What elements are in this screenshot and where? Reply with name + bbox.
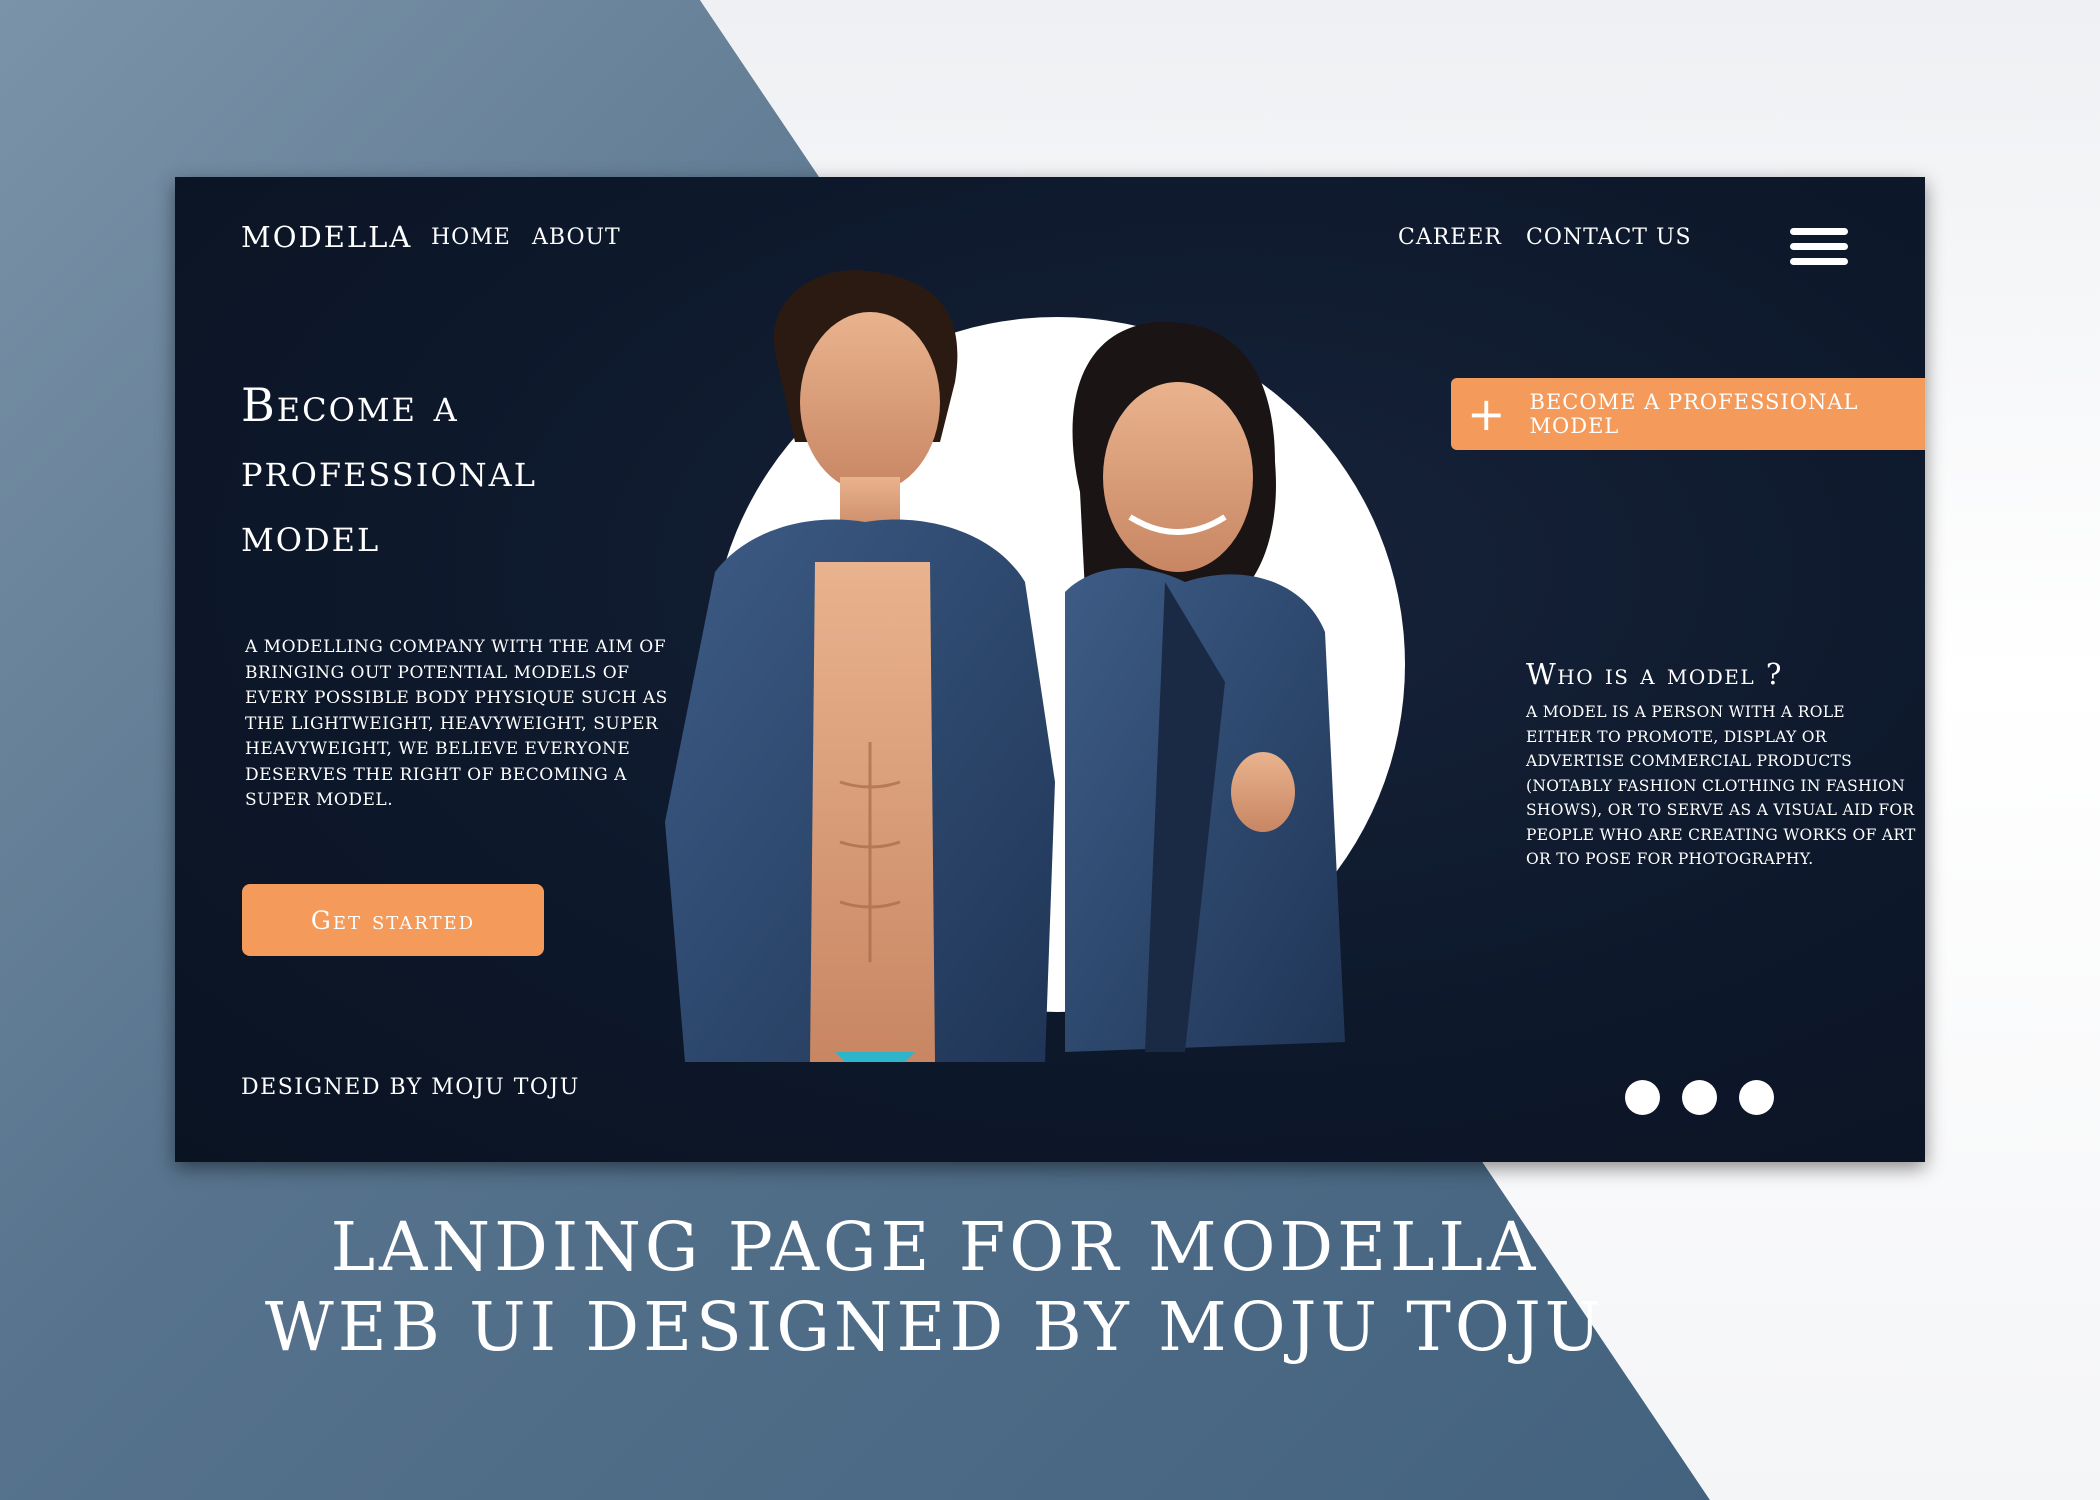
models-photo	[665, 270, 1345, 1062]
female-model	[1065, 322, 1345, 1052]
cta-label: BECOME A PROFESSIONAL MODEL	[1529, 390, 1859, 438]
who-is-model-text: A model is a person with a role either t…	[1526, 703, 1916, 868]
plus-icon: +	[1467, 387, 1506, 441]
carousel-dots	[1625, 1080, 1774, 1115]
caption-line-1: LANDING PAGE FOR MODELLA	[330, 1208, 1540, 1286]
male-model	[665, 270, 1055, 1062]
become-model-cta[interactable]: + BECOME A PROFESSIONAL MODEL	[1451, 378, 1925, 450]
carousel-dot[interactable]	[1682, 1080, 1717, 1115]
who-is-model-heading: Who is a model ?	[1526, 657, 1783, 691]
carousel-dot[interactable]	[1625, 1080, 1660, 1115]
nav-contact-us[interactable]: CONTACT US	[1526, 225, 1692, 250]
landing-page-mockup: MODELLA HOME ABOUT CAREER CONTACT US Bec…	[175, 177, 1925, 1162]
nav-home[interactable]: HOME	[431, 225, 511, 250]
hero-description: A modelling company with the aim of brin…	[245, 637, 668, 810]
get-started-button[interactable]: Get started	[242, 884, 544, 956]
hamburger-menu-icon[interactable]	[1790, 228, 1848, 272]
designer-credit: DESIGNED BY MOJU TOJU	[241, 1075, 580, 1100]
carousel-dot[interactable]	[1739, 1080, 1774, 1115]
nav-career[interactable]: CAREER	[1398, 225, 1502, 250]
logo[interactable]: MODELLA	[241, 220, 412, 254]
nav-about[interactable]: ABOUT	[532, 225, 621, 250]
caption-line-2: WEB UI DESIGNED BY MOJU TOJU	[264, 1288, 1606, 1366]
